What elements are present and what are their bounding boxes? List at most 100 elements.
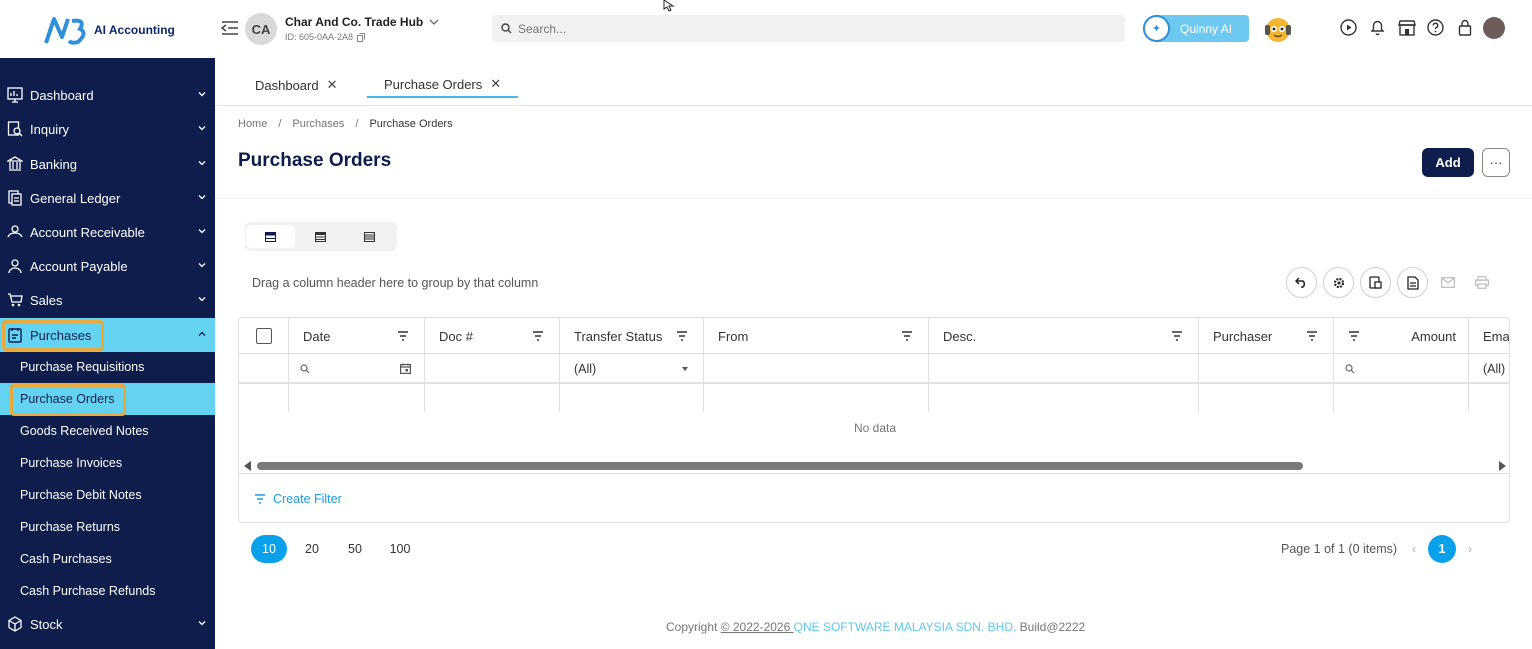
calendar-icon[interactable] xyxy=(400,363,411,374)
next-page-icon[interactable]: › xyxy=(1468,542,1472,556)
doc-number-filter-cell[interactable] xyxy=(425,354,560,384)
scroll-left-icon[interactable] xyxy=(244,461,251,471)
sidebar-subitem-cash-purchase-refunds[interactable]: Cash Purchase Refunds xyxy=(0,575,215,607)
sidebar-subitem-purchase-debit-notes[interactable]: Purchase Debit Notes xyxy=(0,479,215,511)
page-size-20[interactable]: 20 xyxy=(294,535,330,563)
divider xyxy=(215,198,1532,199)
create-filter-link[interactable]: Create Filter xyxy=(254,492,342,506)
quinny-ai-button[interactable]: ✦ Quinny AI xyxy=(1143,15,1249,42)
sidebar-item-sales[interactable]: Sales xyxy=(0,283,215,317)
lock-icon[interactable] xyxy=(1455,18,1474,37)
company-avatar[interactable]: CA xyxy=(245,13,277,45)
column-header-desc[interactable]: Desc. xyxy=(929,318,1199,354)
search-icon xyxy=(300,364,310,374)
date-filter-cell[interactable] xyxy=(289,354,425,384)
sidebar-item-stock[interactable]: Stock xyxy=(0,607,215,641)
view-comfortable-button[interactable] xyxy=(246,225,295,248)
sidebar-item-inquiry[interactable]: Inquiry xyxy=(0,112,215,146)
sidebar-item-label: General Ledger xyxy=(30,190,121,206)
column-header-from[interactable]: From xyxy=(704,318,929,354)
sidebar-subitem-purchase-returns[interactable]: Purchase Returns xyxy=(0,511,215,543)
column-header-email[interactable]: Ema xyxy=(1469,318,1509,354)
reset-layout-button[interactable] xyxy=(1286,267,1317,298)
prev-page-icon[interactable]: ‹ xyxy=(1412,542,1416,556)
select-all-checkbox[interactable] xyxy=(255,328,272,344)
sidebar-subitem-cash-purchases[interactable]: Cash Purchases xyxy=(0,543,215,575)
sidebar-item-general-ledger[interactable]: General Ledger xyxy=(0,181,215,215)
store-icon[interactable] xyxy=(1397,18,1416,37)
filter-icon[interactable] xyxy=(676,330,688,342)
more-options-button[interactable]: ··· xyxy=(1482,148,1510,177)
undo-icon xyxy=(1295,277,1306,288)
column-header-label: Purchaser xyxy=(1213,328,1273,344)
column-chooser-button[interactable] xyxy=(1360,267,1391,298)
caret-down-icon xyxy=(682,367,688,371)
column-chooser-icon xyxy=(1369,276,1382,289)
copy-icon[interactable] xyxy=(357,32,366,42)
page-size-100[interactable]: 100 xyxy=(380,535,420,563)
page-size-50[interactable]: 50 xyxy=(337,535,373,563)
print-button[interactable] xyxy=(1468,267,1496,298)
bell-icon[interactable] xyxy=(1368,18,1387,37)
filter-cell xyxy=(239,354,289,384)
sidebar-subitem-goods-received-notes[interactable]: Goods Received Notes xyxy=(0,415,215,447)
column-header-doc-number[interactable]: Doc # xyxy=(425,318,560,354)
play-icon[interactable] xyxy=(1339,18,1358,37)
purchaser-filter-cell[interactable] xyxy=(1199,354,1334,384)
help-icon[interactable] xyxy=(1426,18,1445,37)
tab-dashboard[interactable]: Dashboard ✕ xyxy=(255,72,338,98)
page-button-1[interactable]: 1 xyxy=(1428,535,1456,563)
sidebar-item-account-receivable[interactable]: Account Receivable xyxy=(0,215,215,249)
quinny-label: Quinny AI xyxy=(1180,21,1233,36)
view-standard-button[interactable] xyxy=(296,225,345,248)
email-filter[interactable]: (All) xyxy=(1469,354,1509,384)
view-compact-button[interactable] xyxy=(345,225,394,248)
user-avatar[interactable] xyxy=(1483,17,1505,39)
grid-filter-row: (All) (All) xyxy=(239,354,1509,384)
search-input[interactable] xyxy=(518,21,1078,36)
export-button[interactable] xyxy=(1397,267,1428,298)
grid-settings-button[interactable] xyxy=(1323,267,1354,298)
filter-icon[interactable] xyxy=(1171,330,1183,342)
add-button[interactable]: Add xyxy=(1422,148,1474,177)
company-switcher[interactable]: Char And Co. Trade Hub ID: 605-0AA-2A8 xyxy=(285,15,439,42)
quinny-icon: ✦ xyxy=(1143,15,1170,42)
scroll-right-icon[interactable] xyxy=(1499,461,1506,471)
page-size-10[interactable]: 10 xyxy=(251,535,287,563)
amount-filter-cell[interactable] xyxy=(1334,354,1469,384)
filter-icon[interactable] xyxy=(901,330,913,342)
app-logo[interactable]: AI Accounting xyxy=(44,14,175,46)
email-button[interactable] xyxy=(1434,267,1462,298)
column-header-purchaser[interactable]: Purchaser xyxy=(1199,318,1334,354)
filter-icon[interactable] xyxy=(1306,330,1318,342)
horizontal-scrollbar[interactable] xyxy=(239,458,1509,472)
mascot-icon[interactable] xyxy=(1262,13,1294,45)
chevron-down-icon xyxy=(198,229,206,234)
desc-filter-cell[interactable] xyxy=(929,354,1199,384)
box-icon xyxy=(7,616,23,632)
filter-icon[interactable] xyxy=(1348,330,1360,342)
sidebar-subitem-purchase-requisitions[interactable]: Purchase Requisitions xyxy=(0,351,215,383)
company-link[interactable]: QNE SOFTWARE MALAYSIA SDN. BHD. xyxy=(794,620,1017,634)
grid-header-row: Date Doc # Transfer Status From Desc. Pu… xyxy=(239,318,1509,354)
close-icon[interactable]: ✕ xyxy=(327,77,338,93)
menu-toggle-icon[interactable] xyxy=(220,20,239,36)
highlight-box xyxy=(2,320,104,351)
filter-icon[interactable] xyxy=(397,330,409,342)
sidebar-item-account-payable[interactable]: Account Payable xyxy=(0,249,215,283)
sidebar-subitem-purchase-invoices[interactable]: Purchase Invoices xyxy=(0,447,215,479)
column-header-date[interactable]: Date xyxy=(289,318,425,354)
from-filter-cell[interactable] xyxy=(704,354,929,384)
column-header-amount[interactable]: Amount xyxy=(1334,318,1469,354)
breadcrumb-purchases[interactable]: Purchases xyxy=(292,118,344,130)
transfer-status-filter[interactable]: (All) xyxy=(560,354,704,384)
search-bar[interactable] xyxy=(492,15,1125,42)
column-header-transfer-status[interactable]: Transfer Status xyxy=(560,318,704,354)
sidebar-item-banking[interactable]: Banking xyxy=(0,147,215,181)
scrollbar-thumb[interactable] xyxy=(257,462,1303,470)
tab-purchase-orders[interactable]: Purchase Orders ✕ xyxy=(367,72,519,98)
breadcrumb-home[interactable]: Home xyxy=(238,118,267,130)
sidebar-item-dashboard[interactable]: Dashboard xyxy=(0,78,215,112)
filter-icon[interactable] xyxy=(532,330,544,342)
close-icon[interactable]: ✕ xyxy=(490,76,501,92)
